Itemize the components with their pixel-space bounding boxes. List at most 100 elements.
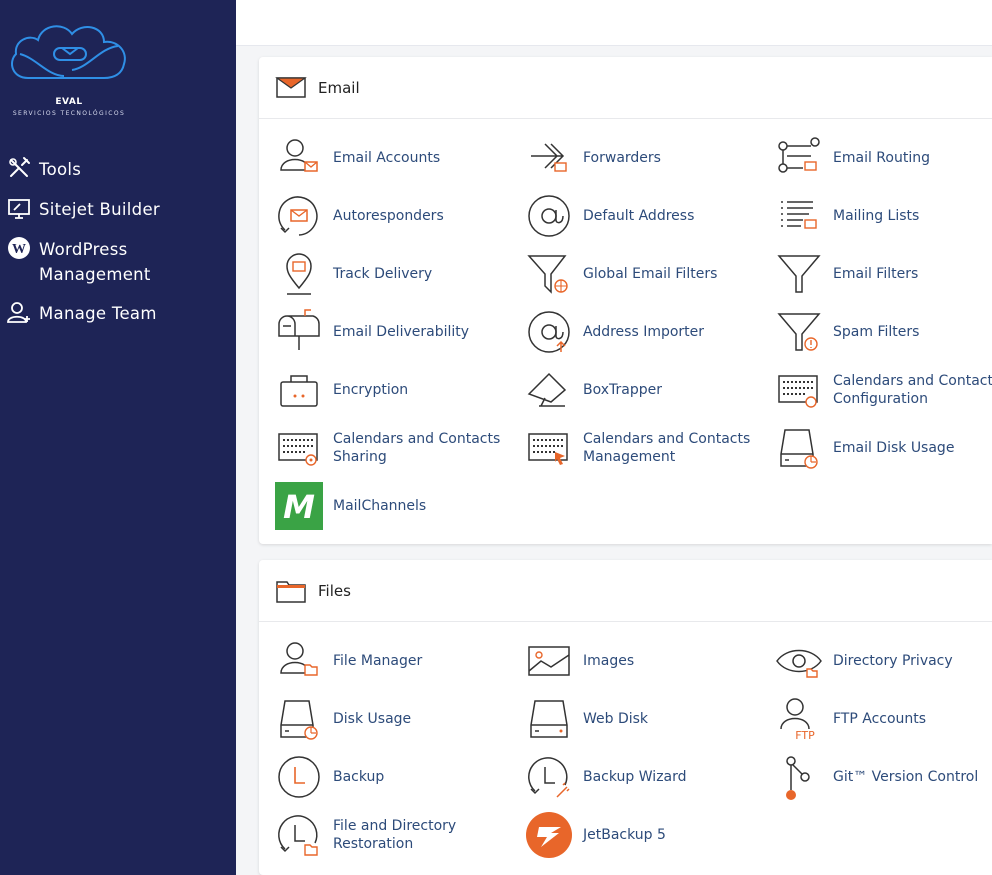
envelope-icon xyxy=(275,76,307,98)
item-label: Email Disk Usage xyxy=(833,440,955,456)
item-label: Spam Filters xyxy=(833,324,920,340)
calendars-contacts-sharing-link[interactable]: Calendars and Contacts Sharing xyxy=(275,423,515,473)
ftp-accounts-link[interactable]: FTP FTP Accounts xyxy=(775,694,992,744)
item-label: Calendars and Contacts Management xyxy=(583,431,751,465)
mailbox-icon xyxy=(278,309,320,350)
jetbackup-link[interactable]: JetBackup 5 xyxy=(525,810,765,860)
item-label: Autoresponders xyxy=(333,208,444,224)
brand-tagline: SERVICIOS TECNOLÓGICOS xyxy=(12,110,126,117)
directory-privacy-link[interactable]: Directory Privacy xyxy=(775,636,992,686)
mailing-lists-link[interactable]: Mailing Lists xyxy=(775,191,992,241)
encryption-link[interactable]: Encryption xyxy=(275,365,515,415)
backup-link[interactable]: Backup xyxy=(275,752,515,802)
wordpress-icon: W xyxy=(8,237,30,259)
user-mail-icon xyxy=(280,139,318,172)
email-filters-link[interactable]: Email Filters xyxy=(775,249,992,299)
calendar-gear-icon xyxy=(278,433,318,466)
item-label: FTP Accounts xyxy=(833,711,927,727)
monitor-icon xyxy=(8,199,30,219)
at-import-icon xyxy=(528,311,570,353)
user-add-icon xyxy=(7,302,30,323)
routing-icon xyxy=(778,137,820,173)
brand-logo[interactable]: EVAL SERVICIOS TECNOLÓGICOS xyxy=(6,18,132,120)
item-label: Backup xyxy=(333,769,385,785)
spam-filters-link[interactable]: Spam Filters xyxy=(775,307,992,357)
calendars-contacts-management-link[interactable]: Calendars and Contacts Management xyxy=(525,423,765,473)
autoresponder-icon xyxy=(278,196,318,236)
sidebar-item-label: WordPress Management xyxy=(39,240,151,284)
git-icon xyxy=(786,756,810,800)
calendar-cursor-icon xyxy=(528,433,568,465)
sidebar: EVAL SERVICIOS TECNOLÓGICOS Tools Siteje… xyxy=(0,0,236,875)
mailchannels-link[interactable]: M MailChannels xyxy=(275,481,515,531)
disk-usage-icon xyxy=(780,429,818,469)
calendars-contacts-config-link[interactable]: Calendars and Contacts Configuration xyxy=(775,365,992,415)
tools-icon xyxy=(9,157,30,177)
key-icon xyxy=(280,375,318,407)
user-folder-icon xyxy=(280,642,318,676)
jetbackup-logo-icon xyxy=(526,812,572,858)
svg-text:FTP: FTP xyxy=(795,729,815,742)
item-label: Address Importer xyxy=(583,324,705,340)
sidebar-item-sitejet-builder[interactable]: Sitejet Builder xyxy=(6,197,219,222)
email-disk-usage-link[interactable]: Email Disk Usage xyxy=(775,423,992,473)
filter-globe-icon xyxy=(527,255,568,294)
filter-warning-icon xyxy=(777,313,821,351)
mailchannels-logo-icon: M xyxy=(275,482,323,530)
disk-icon xyxy=(280,700,318,740)
files-panel: Files File Manager Images Directory Priv… xyxy=(259,560,992,875)
sidebar-item-label: Tools xyxy=(39,160,82,179)
filter-icon xyxy=(777,255,821,293)
email-panel-header[interactable]: Email xyxy=(259,57,992,119)
email-accounts-link[interactable]: Email Accounts xyxy=(275,133,515,183)
item-label: BoxTrapper xyxy=(583,382,662,398)
sidebar-item-tools[interactable]: Tools xyxy=(6,157,219,182)
item-label: Mailing Lists xyxy=(833,208,920,224)
item-label: Email Accounts xyxy=(333,150,441,166)
boxtrapper-link[interactable]: BoxTrapper xyxy=(525,365,765,415)
address-importer-link[interactable]: Address Importer xyxy=(525,307,765,357)
item-label: Images xyxy=(583,653,635,669)
sidebar-item-manage-team[interactable]: Manage Team xyxy=(6,301,219,326)
sidebar-item-wordpress[interactable]: W WordPress Management xyxy=(6,237,219,287)
item-label: Git™ Version Control xyxy=(833,769,979,785)
git-version-control-link[interactable]: Git™ Version Control xyxy=(775,752,992,802)
item-label: Default Address xyxy=(583,208,695,224)
item-label: File and Directory Restoration xyxy=(333,818,457,852)
track-delivery-link[interactable]: Track Delivery xyxy=(275,249,515,299)
item-label: Encryption xyxy=(333,382,409,398)
brand-name: EVAL xyxy=(55,97,83,107)
images-link[interactable]: Images xyxy=(525,636,765,686)
item-label: Email Deliverability xyxy=(333,324,470,340)
file-manager-link[interactable]: File Manager xyxy=(275,636,515,686)
web-disk-link[interactable]: Web Disk xyxy=(525,694,765,744)
item-label: File Manager xyxy=(333,653,423,669)
location-icon xyxy=(286,253,312,295)
files-panel-title: Files xyxy=(318,581,351,600)
autoresponders-link[interactable]: Autoresponders xyxy=(275,191,515,241)
email-deliverability-link[interactable]: Email Deliverability xyxy=(275,307,515,357)
trap-icon xyxy=(527,372,567,407)
eye-icon xyxy=(776,649,822,678)
item-label: Directory Privacy xyxy=(833,653,953,669)
backup-clock-icon xyxy=(278,756,320,798)
backup-wizard-link[interactable]: Backup Wizard xyxy=(525,752,765,802)
default-address-link[interactable]: Default Address xyxy=(525,191,765,241)
global-email-filters-link[interactable]: Global Email Filters xyxy=(525,249,765,299)
list-icon xyxy=(781,201,817,229)
files-panel-header[interactable]: Files xyxy=(259,560,992,622)
file-directory-restoration-link[interactable]: File and Directory Restoration xyxy=(275,810,515,860)
ftp-user-icon: FTP xyxy=(780,698,815,742)
sidebar-item-label: Sitejet Builder xyxy=(39,200,160,219)
folder-icon xyxy=(276,580,306,603)
forwarders-link[interactable]: Forwarders xyxy=(525,133,765,183)
svg-text:W: W xyxy=(12,242,26,257)
email-routing-link[interactable]: Email Routing xyxy=(775,133,992,183)
top-bar xyxy=(236,0,992,46)
item-label: Disk Usage xyxy=(333,711,412,727)
disk-usage-link[interactable]: Disk Usage xyxy=(275,694,515,744)
image-icon xyxy=(528,646,570,676)
item-label: Backup Wizard xyxy=(583,769,687,785)
item-label: Track Delivery xyxy=(333,266,433,282)
item-label: Email Routing xyxy=(833,150,930,166)
